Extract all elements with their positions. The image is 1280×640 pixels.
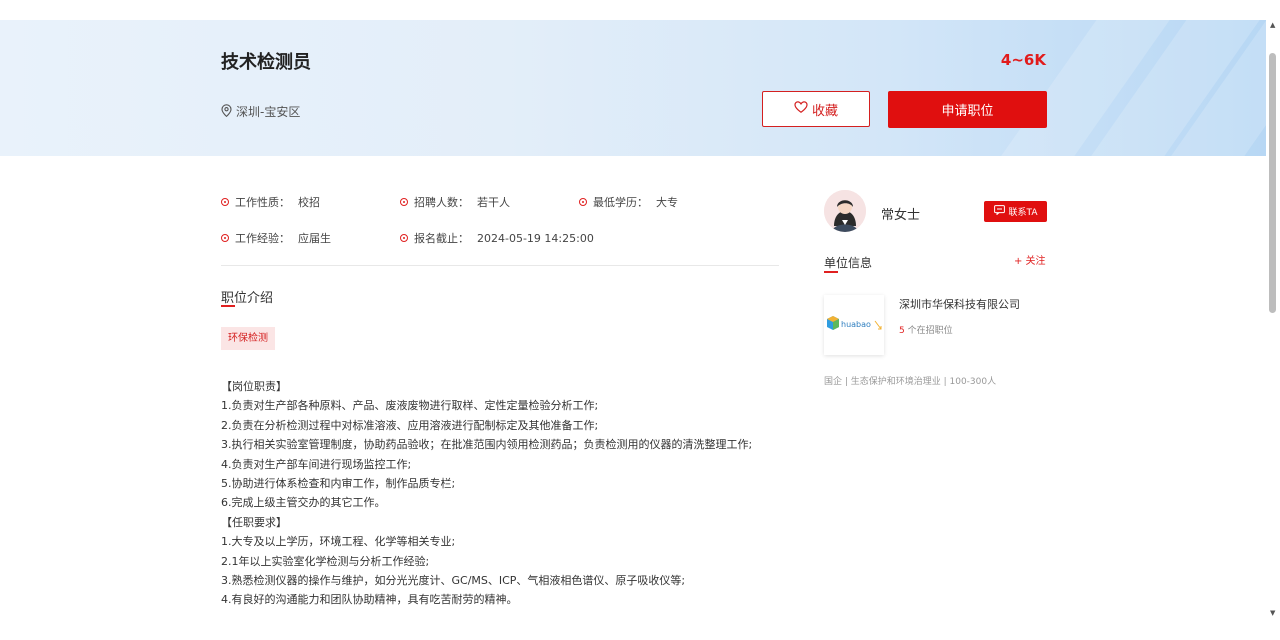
detail-label: 最低学历： bbox=[593, 196, 648, 209]
heart-icon bbox=[794, 101, 808, 117]
detail-value: 应届生 bbox=[298, 232, 331, 245]
job-header: 技术检测员 4~6K 深圳-宝安区 收藏 申请职位 bbox=[0, 20, 1266, 156]
company-logo-text: huabao bbox=[841, 320, 871, 329]
bullet-icon bbox=[579, 198, 587, 206]
favorite-button[interactable]: 收藏 bbox=[762, 91, 870, 127]
section-underline bbox=[824, 271, 838, 273]
contact-name: 常女士 bbox=[881, 208, 921, 223]
description-line: 1.负责对生产部各种原料、产品、废液废物进行取样、定性定量检验分析工作; bbox=[221, 399, 599, 413]
contact-button[interactable]: 联系TA bbox=[984, 201, 1047, 222]
description-line: 4.有良好的沟通能力和团队协助精神，具有吃苦耐劳的精神。 bbox=[221, 593, 518, 607]
company-meta: 国企 | 生态保护和环境治理业 | 100-300人 bbox=[824, 377, 997, 387]
detail-value: 2024-05-19 14:25:00 bbox=[477, 231, 594, 245]
description-line: 3.执行相关实验室管理制度，协助药品验收；在批准范围内领用检测药品；负责检测用的… bbox=[221, 438, 753, 452]
description-line: 6.完成上级主管交办的其它工作。 bbox=[221, 496, 386, 510]
scroll-up-icon[interactable]: ▲ bbox=[1270, 21, 1275, 29]
job-description: 【岗位职责】 1.负责对生产部各种原料、产品、废液废物进行取样、定性定量检验分析… bbox=[221, 377, 781, 610]
favorite-label: 收藏 bbox=[811, 103, 838, 119]
job-count-number: 5 bbox=[899, 326, 905, 336]
description-line: 【任职要求】 bbox=[221, 515, 287, 529]
detail-value: 校招 bbox=[298, 196, 320, 209]
organization-section-title: 单位信息 bbox=[824, 256, 873, 270]
avatar bbox=[824, 190, 866, 232]
detail-item: 工作经验： 应届生 bbox=[221, 230, 331, 246]
detail-item: 报名截止： 2024-05-19 14:25:00 bbox=[400, 230, 594, 246]
detail-label: 招聘人数： bbox=[414, 196, 469, 209]
section-underline bbox=[221, 305, 235, 307]
scroll-down-icon[interactable]: ▼ bbox=[1270, 609, 1275, 617]
intro-section-title: 职位介绍 bbox=[221, 291, 274, 306]
job-location: 深圳-宝安区 bbox=[221, 103, 300, 120]
divider bbox=[221, 265, 779, 266]
description-line: 5.协助进行体系检查和内审工作，制作品质专栏; bbox=[221, 477, 456, 491]
location-pin-icon bbox=[221, 103, 232, 120]
company-name[interactable]: 深圳市华保科技有限公司 bbox=[899, 296, 1020, 312]
scrollbar-thumb[interactable] bbox=[1269, 53, 1276, 313]
description-line: 2.负责在分析检测过程中对标准溶液、应用溶液进行配制标定及其他准备工作; bbox=[221, 418, 599, 432]
bullet-icon bbox=[221, 234, 229, 242]
description-line: 1.大专及以上学历，环境工程、化学等相关专业; bbox=[221, 535, 456, 549]
description-line: 【岗位职责】 bbox=[221, 380, 287, 393]
detail-item: 招聘人数： 若干人 bbox=[400, 194, 510, 210]
description-line: 3.熟悉检测仪器的操作与维护，如分光光度计、GC/MS、ICP、气相液相色谱仪、… bbox=[221, 574, 686, 588]
job-count-text: 个在招职位 bbox=[907, 326, 953, 336]
follow-button[interactable]: + 关注 bbox=[1014, 252, 1046, 267]
open-positions-count[interactable]: 5 个在招职位 bbox=[899, 323, 953, 336]
description-line: 2.1年以上实验室化学检测与分析工作经验; bbox=[221, 554, 430, 568]
top-strip bbox=[0, 0, 1266, 20]
company-logo[interactable]: huabao bbox=[824, 295, 884, 355]
detail-item: 最低学历： 大专 bbox=[579, 194, 678, 210]
apply-button[interactable]: 申请职位 bbox=[888, 91, 1047, 128]
detail-item: 工作性质： 校招 bbox=[221, 194, 320, 210]
detail-value: 大专 bbox=[656, 196, 678, 209]
job-tag: 环保检测 bbox=[221, 327, 275, 350]
detail-value: 若干人 bbox=[477, 196, 510, 209]
bullet-icon bbox=[400, 198, 408, 206]
bullet-icon bbox=[221, 198, 229, 206]
bullet-icon bbox=[400, 234, 408, 242]
salary: 4~6K bbox=[1000, 51, 1046, 69]
detail-label: 工作经验： bbox=[235, 232, 290, 245]
contact-button-label: 联系TA bbox=[1008, 208, 1038, 218]
job-title: 技术检测员 bbox=[221, 52, 311, 73]
location-text: 深圳-宝安区 bbox=[236, 105, 301, 119]
description-line: 4.负责对生产部车间进行现场监控工作; bbox=[221, 457, 412, 471]
detail-label: 报名截止： bbox=[414, 232, 469, 245]
detail-label: 工作性质： bbox=[235, 196, 290, 209]
chat-icon bbox=[993, 205, 1005, 218]
